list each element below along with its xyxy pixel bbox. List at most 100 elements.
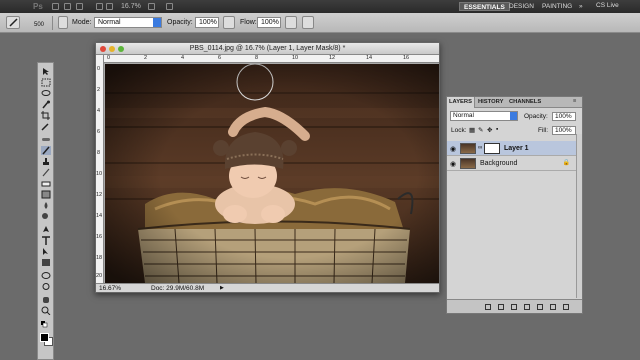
blend-mode-select[interactable]: Normal (450, 111, 518, 121)
panel-tabs: LAYERS HISTORY CHANNELS ≡ (447, 97, 582, 108)
tab-channels[interactable]: CHANNELS (509, 99, 541, 105)
lasso-tool-icon[interactable] (41, 89, 51, 98)
ruler-tick-label: 16 (96, 234, 103, 240)
ruler-tick-label: 12 (96, 192, 103, 198)
dodge-tool-icon[interactable] (41, 212, 51, 221)
tab-history[interactable]: HISTORY (478, 99, 503, 105)
vertical-ruler[interactable]: 0 2 4 6 8 10 12 14 16 18 20 (96, 55, 104, 283)
ruler-tick-label: 0 (107, 55, 111, 61)
lock-all-icon[interactable]: ▪ (496, 126, 498, 133)
horizontal-ruler[interactable]: 0 2 4 6 8 10 12 14 16 (104, 55, 439, 63)
layer-mask-thumbnail[interactable] (484, 143, 500, 154)
brush-preset-icon[interactable] (6, 16, 20, 29)
clone-stamp-tool-icon[interactable] (41, 157, 51, 166)
ruler-tick-label: 2 (144, 55, 148, 61)
layer-name: Layer 1 (504, 145, 529, 152)
image-canvas[interactable] (105, 64, 439, 283)
brush-panel-toggle-icon[interactable] (58, 16, 68, 29)
marquee-tool-icon[interactable] (41, 78, 51, 87)
photoshop-logo: Ps (33, 2, 43, 11)
options-bar: 500 Mode: Normal Opacity: 100% Flow: 100… (0, 13, 640, 33)
ruler-tick-label: 16 (403, 55, 410, 61)
lock-position-icon[interactable]: ✥ (487, 126, 492, 134)
workspace-essentials[interactable]: ESSENTIALS (459, 2, 510, 11)
crop-tool-icon[interactable] (41, 111, 51, 120)
pressure-opacity-icon[interactable] (223, 16, 235, 29)
new-layer-icon[interactable] (550, 304, 556, 310)
workspace-painting[interactable]: PAINTING (538, 2, 576, 11)
visibility-eye-icon[interactable]: ◉ (450, 160, 456, 168)
foreground-color-swatch[interactable] (40, 333, 49, 342)
new-group-icon[interactable] (537, 304, 543, 310)
zoom-tool-icon[interactable] (41, 306, 51, 315)
ruler-tick-label: 4 (181, 55, 185, 61)
fill-field[interactable]: 100% (552, 126, 576, 135)
layers-scrollbar[interactable] (576, 134, 582, 298)
visibility-eye-icon[interactable]: ◉ (450, 145, 456, 153)
move-tool-icon[interactable] (41, 67, 51, 76)
blend-mode-value: Normal (453, 112, 474, 119)
layers-panel: LAYERS HISTORY CHANNELS ≡ Normal Opacity… (446, 96, 583, 314)
opacity-field[interactable]: 100% (195, 17, 219, 28)
layer-opacity-field[interactable]: 100% (552, 112, 576, 121)
ruler-tick-label: 8 (97, 150, 101, 156)
flow-field[interactable]: 100% (257, 17, 281, 28)
zoom-level[interactable]: 16.7% (121, 3, 141, 10)
ruler-tick-label: 2 (97, 87, 101, 93)
bridge-icon[interactable] (52, 3, 59, 10)
cs-live-button[interactable]: CS Live (596, 2, 619, 9)
mini-bridge-icon[interactable] (64, 3, 71, 10)
adjustment-layer-icon[interactable] (524, 304, 530, 310)
pen-tool-icon[interactable] (41, 225, 51, 234)
guides-icon[interactable] (76, 3, 83, 10)
eyedropper-tool-icon[interactable] (41, 122, 51, 131)
hand-tool-icon[interactable] (96, 3, 103, 10)
document-titlebar[interactable]: PBS_0114.jpg @ 16.7% (Layer 1, Layer Mas… (96, 43, 439, 55)
trash-icon[interactable] (563, 304, 569, 310)
quick-selection-tool-icon[interactable] (41, 100, 51, 109)
add-mask-icon[interactable] (511, 304, 517, 310)
pressure-size-icon[interactable] (302, 16, 314, 29)
zoom-status[interactable]: 16.67% (99, 285, 121, 292)
eraser-tool-icon[interactable] (41, 179, 51, 188)
status-menu-arrow-icon[interactable]: ▶ (220, 285, 224, 291)
path-selection-tool-icon[interactable] (41, 247, 51, 256)
ruler-tick-label: 20 (96, 273, 103, 279)
mode-select[interactable]: Normal (94, 17, 162, 28)
opacity-label: Opacity: (167, 19, 193, 26)
default-colors-icon[interactable] (41, 321, 51, 329)
3d-orbit-tool-icon[interactable] (41, 282, 51, 291)
blur-tool-icon[interactable] (41, 201, 51, 210)
panel-menu-icon[interactable]: ≡ (573, 98, 576, 104)
link-layers-icon[interactable] (485, 304, 491, 310)
arrange-documents-icon[interactable] (148, 3, 155, 10)
layer-row-layer-1[interactable]: ◉ ∞ Layer 1 (447, 141, 576, 156)
ruler-tick-label: 12 (329, 55, 336, 61)
airbrush-icon[interactable] (285, 16, 297, 29)
history-brush-tool-icon[interactable] (41, 168, 51, 177)
lock-transparent-icon[interactable]: ▦ (469, 126, 475, 134)
more-workspaces-button[interactable]: » (575, 2, 587, 11)
hand-tool-icon[interactable] (41, 295, 51, 304)
spot-healing-tool-icon[interactable] (41, 135, 51, 144)
tab-layers[interactable]: LAYERS (447, 97, 475, 108)
layer-style-icon[interactable] (498, 304, 504, 310)
workspace-design[interactable]: DESIGN (505, 2, 538, 11)
3d-rotate-tool-icon[interactable] (41, 271, 51, 280)
lock-icon: 🔒 (562, 160, 570, 166)
gradient-tool-icon[interactable] (41, 190, 51, 199)
ruler-tick-label: 6 (97, 129, 101, 135)
flow-label: Flow: (240, 19, 257, 26)
chevron-down-icon (510, 112, 517, 120)
type-tool-icon[interactable] (41, 236, 51, 245)
chevron-down-icon (153, 18, 161, 27)
layer-row-background[interactable]: ◉ Background 🔒 (447, 156, 576, 171)
lock-image-icon[interactable]: ✎ (478, 126, 483, 134)
mask-link-icon[interactable]: ∞ (478, 145, 482, 151)
screen-mode-icon[interactable] (166, 3, 173, 10)
brush-size[interactable]: 500 (34, 22, 44, 28)
shape-tool-icon[interactable] (41, 258, 51, 267)
brush-tool-icon[interactable] (41, 146, 51, 155)
zoom-tool-icon[interactable] (106, 3, 113, 10)
ruler-tick-label: 14 (96, 213, 103, 219)
